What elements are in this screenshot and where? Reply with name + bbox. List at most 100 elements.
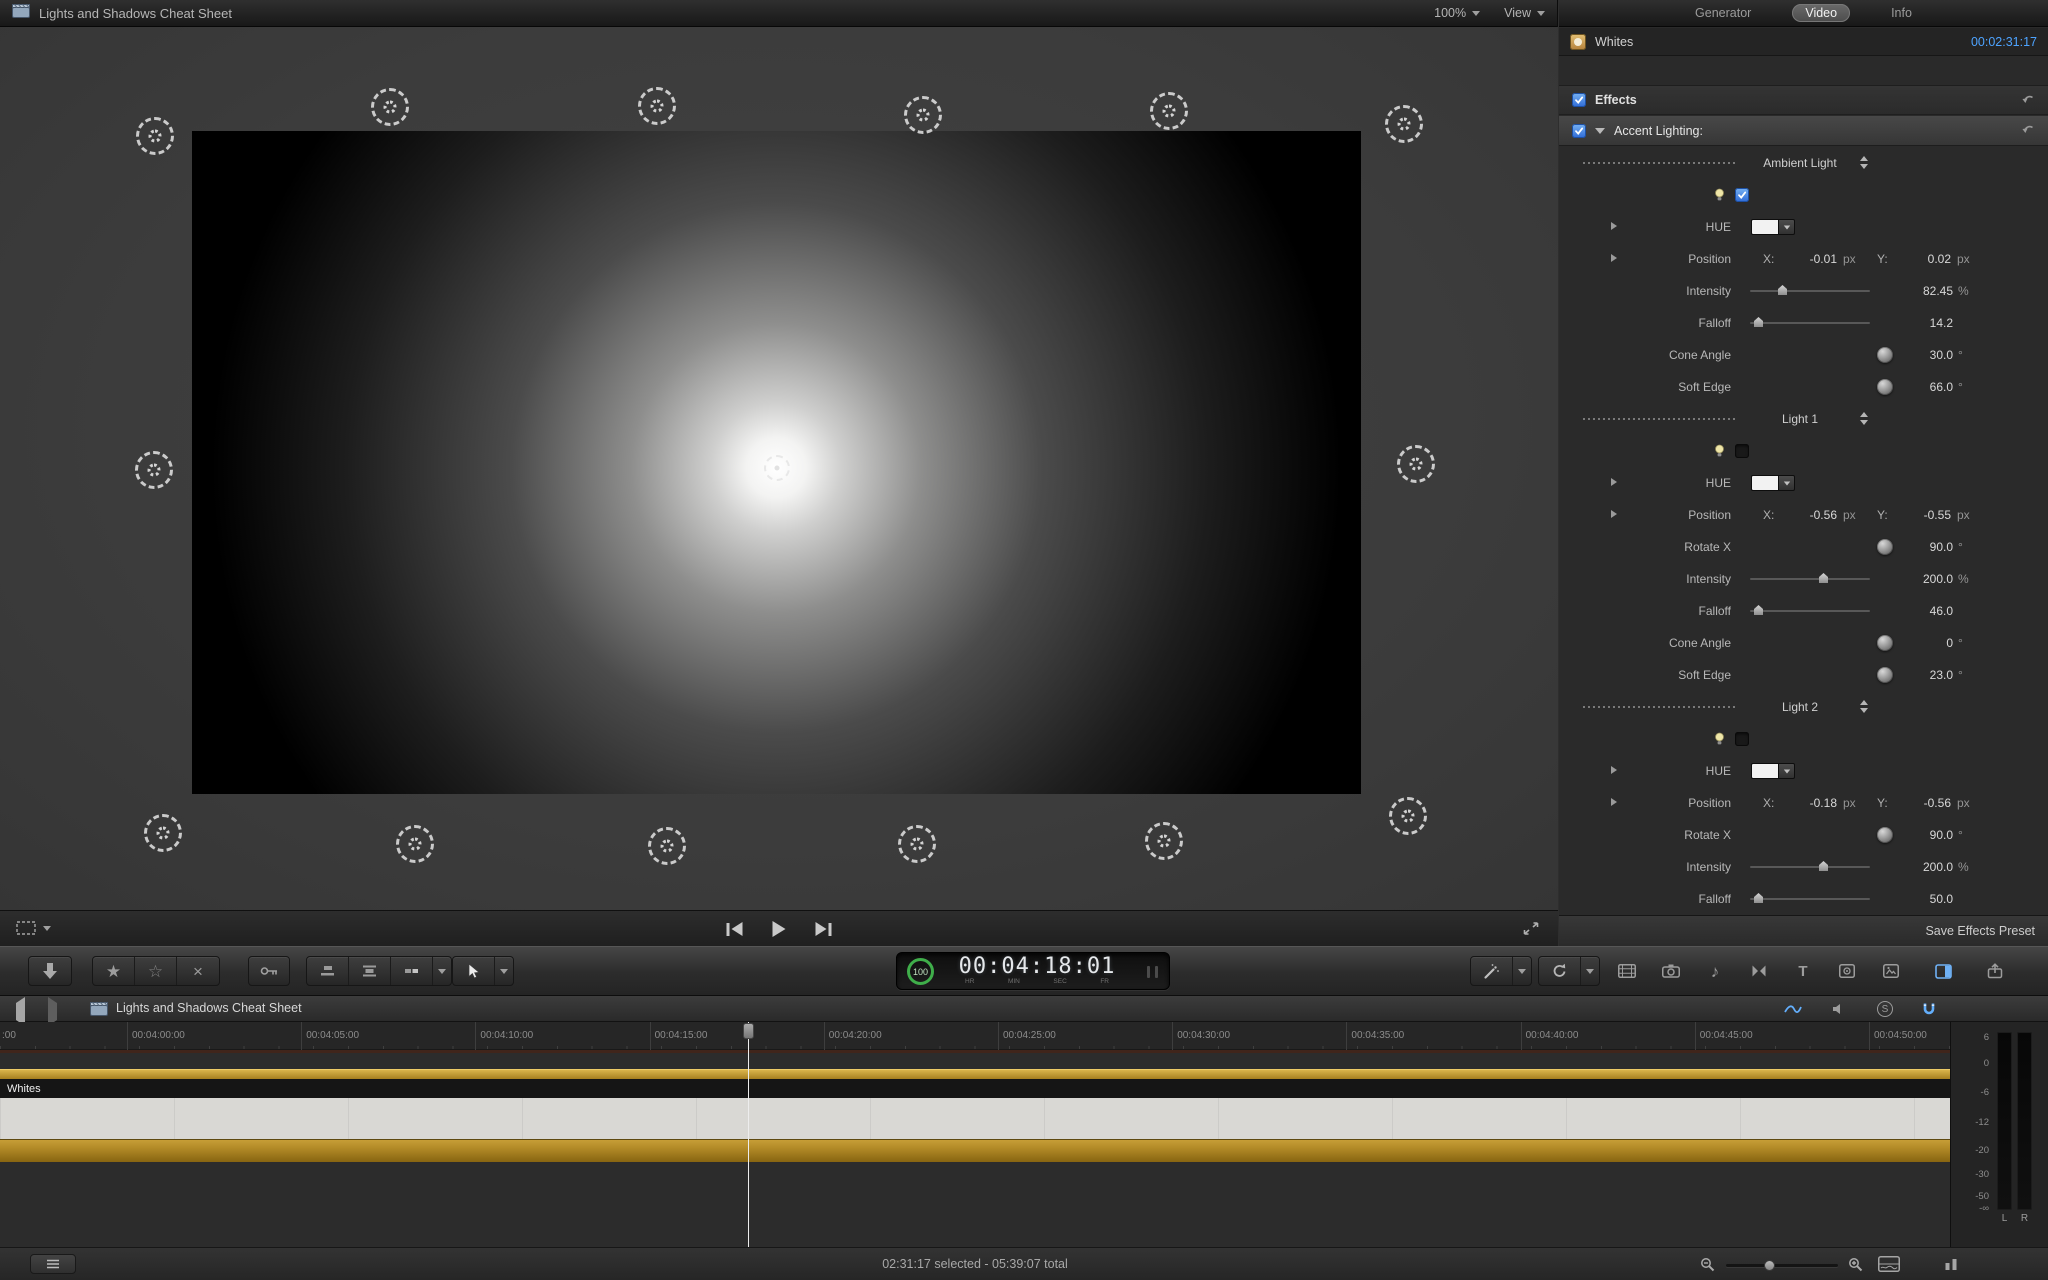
enhancements-dropdown[interactable] xyxy=(1513,957,1531,985)
append-edit-button[interactable] xyxy=(391,957,433,985)
share-button[interactable] xyxy=(1976,958,2014,984)
color-dropdown[interactable] xyxy=(1778,475,1795,491)
retime-dropdown[interactable] xyxy=(1581,957,1599,985)
value-slider[interactable] xyxy=(1750,866,1870,868)
param-value[interactable]: 46.0 xyxy=(1871,604,1953,618)
save-effects-preset-button[interactable]: Save Effects Preset xyxy=(1925,924,2035,938)
y-value[interactable]: -0.56 xyxy=(1887,796,1951,810)
param-value[interactable]: 30.0 xyxy=(1871,348,1953,362)
param-value[interactable]: 200.0 xyxy=(1871,572,1953,586)
light-position-handle[interactable] xyxy=(136,117,174,155)
inspector-tab-info[interactable]: Info xyxy=(1878,4,1925,22)
popup-stepper-icon[interactable] xyxy=(1860,156,1869,170)
solo-toggle[interactable]: S xyxy=(1872,999,1898,1019)
transitions-browser-button[interactable] xyxy=(1740,958,1778,984)
viewer-canvas[interactable] xyxy=(0,27,1558,910)
timeline-ruler[interactable]: :0000:04:00:0000:04:05:0000:04:10:0000:0… xyxy=(0,1022,1950,1050)
light-position-handle[interactable] xyxy=(1397,445,1435,483)
color-swatch[interactable] xyxy=(1751,475,1778,491)
generators-browser-button[interactable] xyxy=(1828,958,1866,984)
expand-viewer-icon[interactable] xyxy=(1522,921,1540,941)
timeline-forward-button[interactable] xyxy=(48,1003,57,1021)
playhead[interactable] xyxy=(748,1022,749,1247)
x-value[interactable]: -0.18 xyxy=(1773,796,1837,810)
slider-thumb[interactable] xyxy=(1819,861,1828,871)
connect-edit-button[interactable] xyxy=(307,957,349,985)
slider-thumb[interactable] xyxy=(1754,893,1763,903)
slider-thumb[interactable] xyxy=(1754,317,1763,327)
unrate-button[interactable]: ☆ xyxy=(135,957,177,985)
import-media-button[interactable] xyxy=(28,956,72,986)
color-swatch[interactable] xyxy=(1751,763,1778,779)
retime-button[interactable] xyxy=(1539,957,1581,985)
light-enable-checkbox[interactable] xyxy=(1735,188,1749,202)
color-swatch[interactable] xyxy=(1751,219,1778,235)
dashboard[interactable]: 100 00:04:18:01 HRMINSECFR xyxy=(896,952,1170,990)
light-select-popup[interactable]: Ambient Light xyxy=(1744,156,1856,170)
zoom-slider-thumb[interactable] xyxy=(1764,1260,1775,1271)
timeline-clip-whites[interactable]: Whites xyxy=(0,1069,1950,1162)
popup-stepper-icon[interactable] xyxy=(1860,412,1869,426)
light-position-handle[interactable] xyxy=(144,814,182,852)
y-value[interactable]: -0.55 xyxy=(1887,508,1951,522)
next-frame-button[interactable] xyxy=(816,922,832,936)
audio-meters-button[interactable] xyxy=(1944,1257,1958,1276)
tool-dropdown[interactable] xyxy=(495,957,513,985)
zoom-slider[interactable] xyxy=(1726,1264,1838,1267)
x-value[interactable]: -0.01 xyxy=(1773,252,1837,266)
value-slider[interactable] xyxy=(1750,578,1870,580)
timeline-tracks[interactable]: Whites xyxy=(0,1050,1950,1247)
light-center-handle[interactable] xyxy=(764,455,790,481)
value-slider[interactable] xyxy=(1750,322,1870,324)
zoom-out-icon[interactable] xyxy=(1700,1257,1715,1277)
light-position-handle[interactable] xyxy=(371,88,409,126)
reject-button[interactable]: × xyxy=(177,957,219,985)
effects-enable-checkbox[interactable] xyxy=(1572,93,1586,107)
timeline-back-button[interactable] xyxy=(16,1003,25,1021)
snapping-toggle[interactable] xyxy=(1916,999,1942,1019)
keyword-editor-button[interactable] xyxy=(248,956,290,986)
edit-options-dropdown[interactable] xyxy=(433,957,451,985)
slider-thumb[interactable] xyxy=(1754,605,1763,615)
accent-lighting-enable-checkbox[interactable] xyxy=(1572,124,1586,138)
skimming-toggle[interactable] xyxy=(1780,999,1806,1019)
background-tasks-indicator[interactable]: 100 xyxy=(907,958,934,985)
x-value[interactable]: -0.56 xyxy=(1773,508,1837,522)
hue-color-well[interactable] xyxy=(1751,219,1795,235)
light-position-handle[interactable] xyxy=(648,827,686,865)
y-value[interactable]: 0.02 xyxy=(1887,252,1951,266)
previous-frame-button[interactable] xyxy=(727,922,743,936)
slider-thumb[interactable] xyxy=(1819,573,1828,583)
project-title[interactable]: Lights and Shadows Cheat Sheet xyxy=(116,1001,302,1015)
enhancements-button[interactable] xyxy=(1471,957,1513,985)
media-browser-button[interactable] xyxy=(1608,958,1646,984)
param-value[interactable]: 50.0 xyxy=(1871,892,1953,906)
param-value[interactable]: 90.0 xyxy=(1871,540,1953,554)
themes-browser-button[interactable] xyxy=(1872,958,1910,984)
inspector-toggle-button[interactable] xyxy=(1924,958,1962,984)
light-position-handle[interactable] xyxy=(1145,822,1183,860)
slider-thumb[interactable] xyxy=(1778,285,1787,295)
play-button[interactable] xyxy=(773,921,786,937)
playhead-handle[interactable] xyxy=(743,1023,754,1039)
insert-edit-button[interactable] xyxy=(349,957,391,985)
param-value[interactable]: 23.0 xyxy=(1871,668,1953,682)
inspector-tab-generator[interactable]: Generator xyxy=(1682,4,1764,22)
light-position-handle[interactable] xyxy=(1385,105,1423,143)
light-position-handle[interactable] xyxy=(1389,797,1427,835)
light-position-handle[interactable] xyxy=(135,451,173,489)
inspector-tab-video[interactable]: Video xyxy=(1792,4,1850,22)
accent-disclosure-triangle[interactable] xyxy=(1595,128,1605,134)
music-browser-button[interactable]: ♪ xyxy=(1696,958,1734,984)
param-value[interactable]: 90.0 xyxy=(1871,828,1953,842)
hue-color-well[interactable] xyxy=(1751,763,1795,779)
value-slider[interactable] xyxy=(1750,898,1870,900)
effects-reset-button[interactable] xyxy=(2020,94,2035,107)
light-enable-checkbox[interactable] xyxy=(1735,444,1749,458)
viewer-zoom-menu[interactable]: 100% xyxy=(1434,6,1480,20)
titles-browser-button[interactable]: T xyxy=(1784,958,1822,984)
audio-skimming-toggle[interactable] xyxy=(1826,999,1852,1019)
light-position-handle[interactable] xyxy=(1150,92,1188,130)
light-position-handle[interactable] xyxy=(638,87,676,125)
light-enable-checkbox[interactable] xyxy=(1735,732,1749,746)
